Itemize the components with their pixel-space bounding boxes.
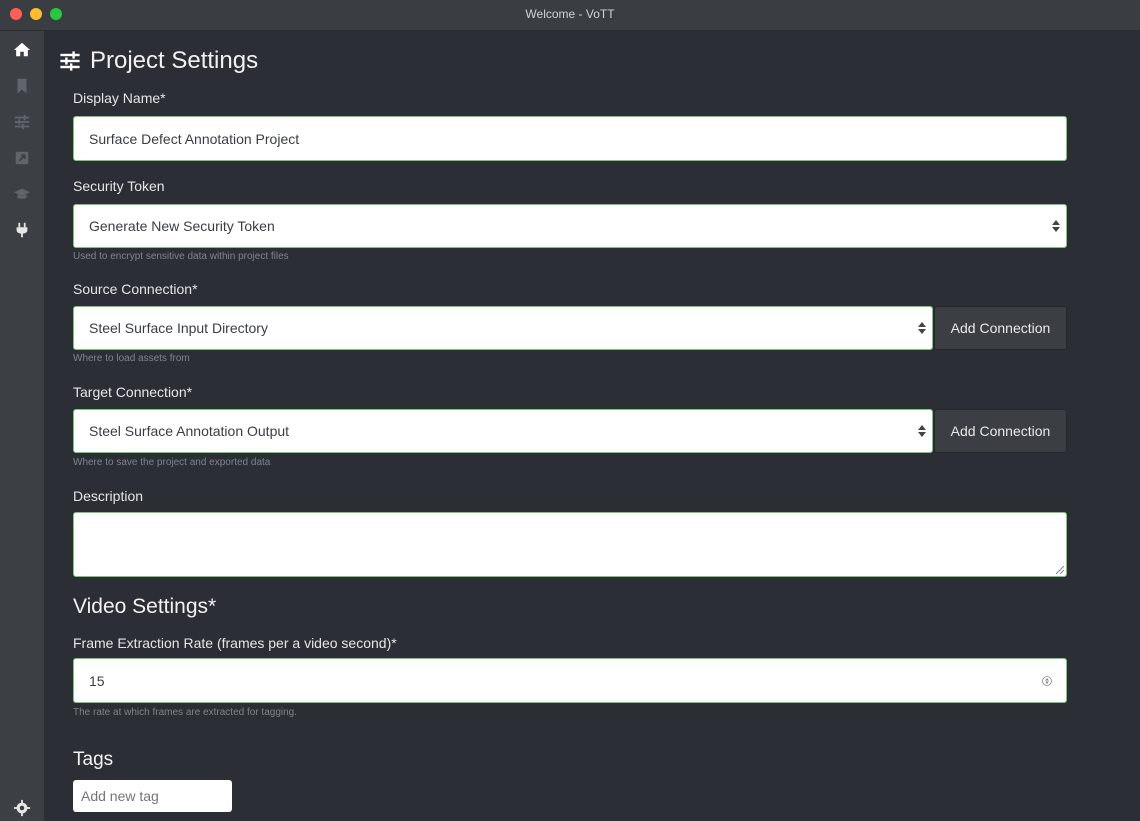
source-connection-hint: Where to load assets from: [73, 353, 190, 364]
add-source-connection-button[interactable]: Add Connection: [934, 306, 1067, 350]
bookmark-icon: [17, 78, 27, 94]
sidebar-item-connections[interactable]: [9, 217, 35, 243]
sidebar-item-home[interactable]: [9, 37, 35, 63]
plug-icon: [16, 222, 28, 238]
select-arrows-icon: [918, 322, 926, 334]
page-title-text: Project Settings: [90, 47, 259, 74]
display-name-input[interactable]: Surface Defect Annotation Project: [73, 116, 1067, 161]
graduation-cap-icon: [13, 188, 31, 199]
description-label: Description: [73, 488, 144, 504]
frame-rate-label: Frame Extraction Rate (frames per a vide…: [73, 635, 397, 651]
sidebar-item-active-learning[interactable]: [9, 181, 35, 207]
description-textarea[interactable]: [73, 512, 1067, 577]
title-bar: Welcome - VoTT: [0, 0, 1140, 31]
sidebar-item-app-settings[interactable]: [9, 795, 35, 821]
window-title: Welcome - VoTT: [525, 7, 615, 21]
source-connection-select[interactable]: Steel Surface Input Directory: [73, 306, 933, 350]
frame-rate-value: 15: [89, 672, 105, 689]
security-token-value: Generate New Security Token: [89, 218, 275, 234]
target-connection-select[interactable]: Steel Surface Annotation Output: [73, 409, 933, 453]
select-arrows-icon: [918, 425, 926, 437]
security-token-select[interactable]: Generate New Security Token: [73, 204, 1067, 248]
sidebar-item-settings[interactable]: [9, 109, 35, 135]
video-settings-heading: Video Settings*: [73, 595, 217, 618]
sidebar-item-bookmark[interactable]: [9, 73, 35, 99]
sidebar: [0, 31, 44, 821]
resize-grip-icon[interactable]: [1056, 566, 1064, 574]
main-content: Project Settings Display Name* Surface D…: [44, 31, 1140, 821]
security-token-hint: Used to encrypt sensitive data within pr…: [73, 251, 289, 262]
page-title: Project Settings: [58, 47, 258, 75]
frame-rate-hint: The rate at which frames are extracted f…: [73, 707, 297, 718]
source-connection-label: Source Connection*: [73, 281, 198, 297]
tags-heading: Tags: [73, 749, 114, 770]
sidebar-item-export[interactable]: [9, 145, 35, 171]
add-tag-input[interactable]: [73, 780, 232, 812]
home-icon: [13, 42, 31, 57]
frame-rate-input[interactable]: 15: [73, 658, 1067, 703]
target-connection-hint: Where to save the project and exported d…: [73, 457, 271, 468]
display-name-value: Surface Defect Annotation Project: [89, 130, 300, 147]
security-token-label: Security Token: [73, 178, 165, 194]
target-connection-value: Steel Surface Annotation Output: [89, 423, 290, 439]
add-target-connection-button[interactable]: Add Connection: [934, 409, 1067, 453]
number-stepper-icon[interactable]: [1042, 675, 1052, 687]
sliders-icon: [60, 51, 80, 71]
target-connection-label: Target Connection*: [73, 384, 193, 400]
select-arrows-icon: [1052, 220, 1060, 232]
display-name-label: Display Name*: [73, 90, 166, 106]
export-icon: [15, 151, 29, 165]
source-connection-value: Steel Surface Input Directory: [89, 320, 268, 336]
gear-icon: [13, 799, 31, 817]
sliders-icon: [14, 114, 30, 130]
